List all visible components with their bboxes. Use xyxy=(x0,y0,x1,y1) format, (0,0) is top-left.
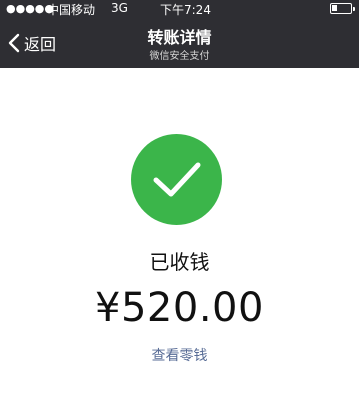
transfer-status: 已收钱 xyxy=(149,250,210,274)
status-time: 下午7:24 xyxy=(160,3,211,17)
carrier-label: 中国移动 xyxy=(47,3,96,17)
network-type-label: 3G xyxy=(111,1,128,15)
status-bar: ●●●●● 中国移动 3G 下午7:24 xyxy=(0,0,359,18)
battery-level xyxy=(332,5,337,11)
navigation-bar: 返回 转账详情 微信安全支付 xyxy=(0,18,359,68)
transfer-amount: ¥520.00 xyxy=(95,285,264,331)
transfer-detail-content: 已收钱 ¥520.00 查看零钱 xyxy=(0,68,359,393)
checkmark-icon xyxy=(131,134,222,225)
battery-icon xyxy=(330,3,355,14)
page-title: 转账详情 xyxy=(147,28,212,47)
view-change-link[interactable]: 查看零钱 xyxy=(0,345,359,365)
page-subtitle: 微信安全支付 xyxy=(149,51,210,62)
